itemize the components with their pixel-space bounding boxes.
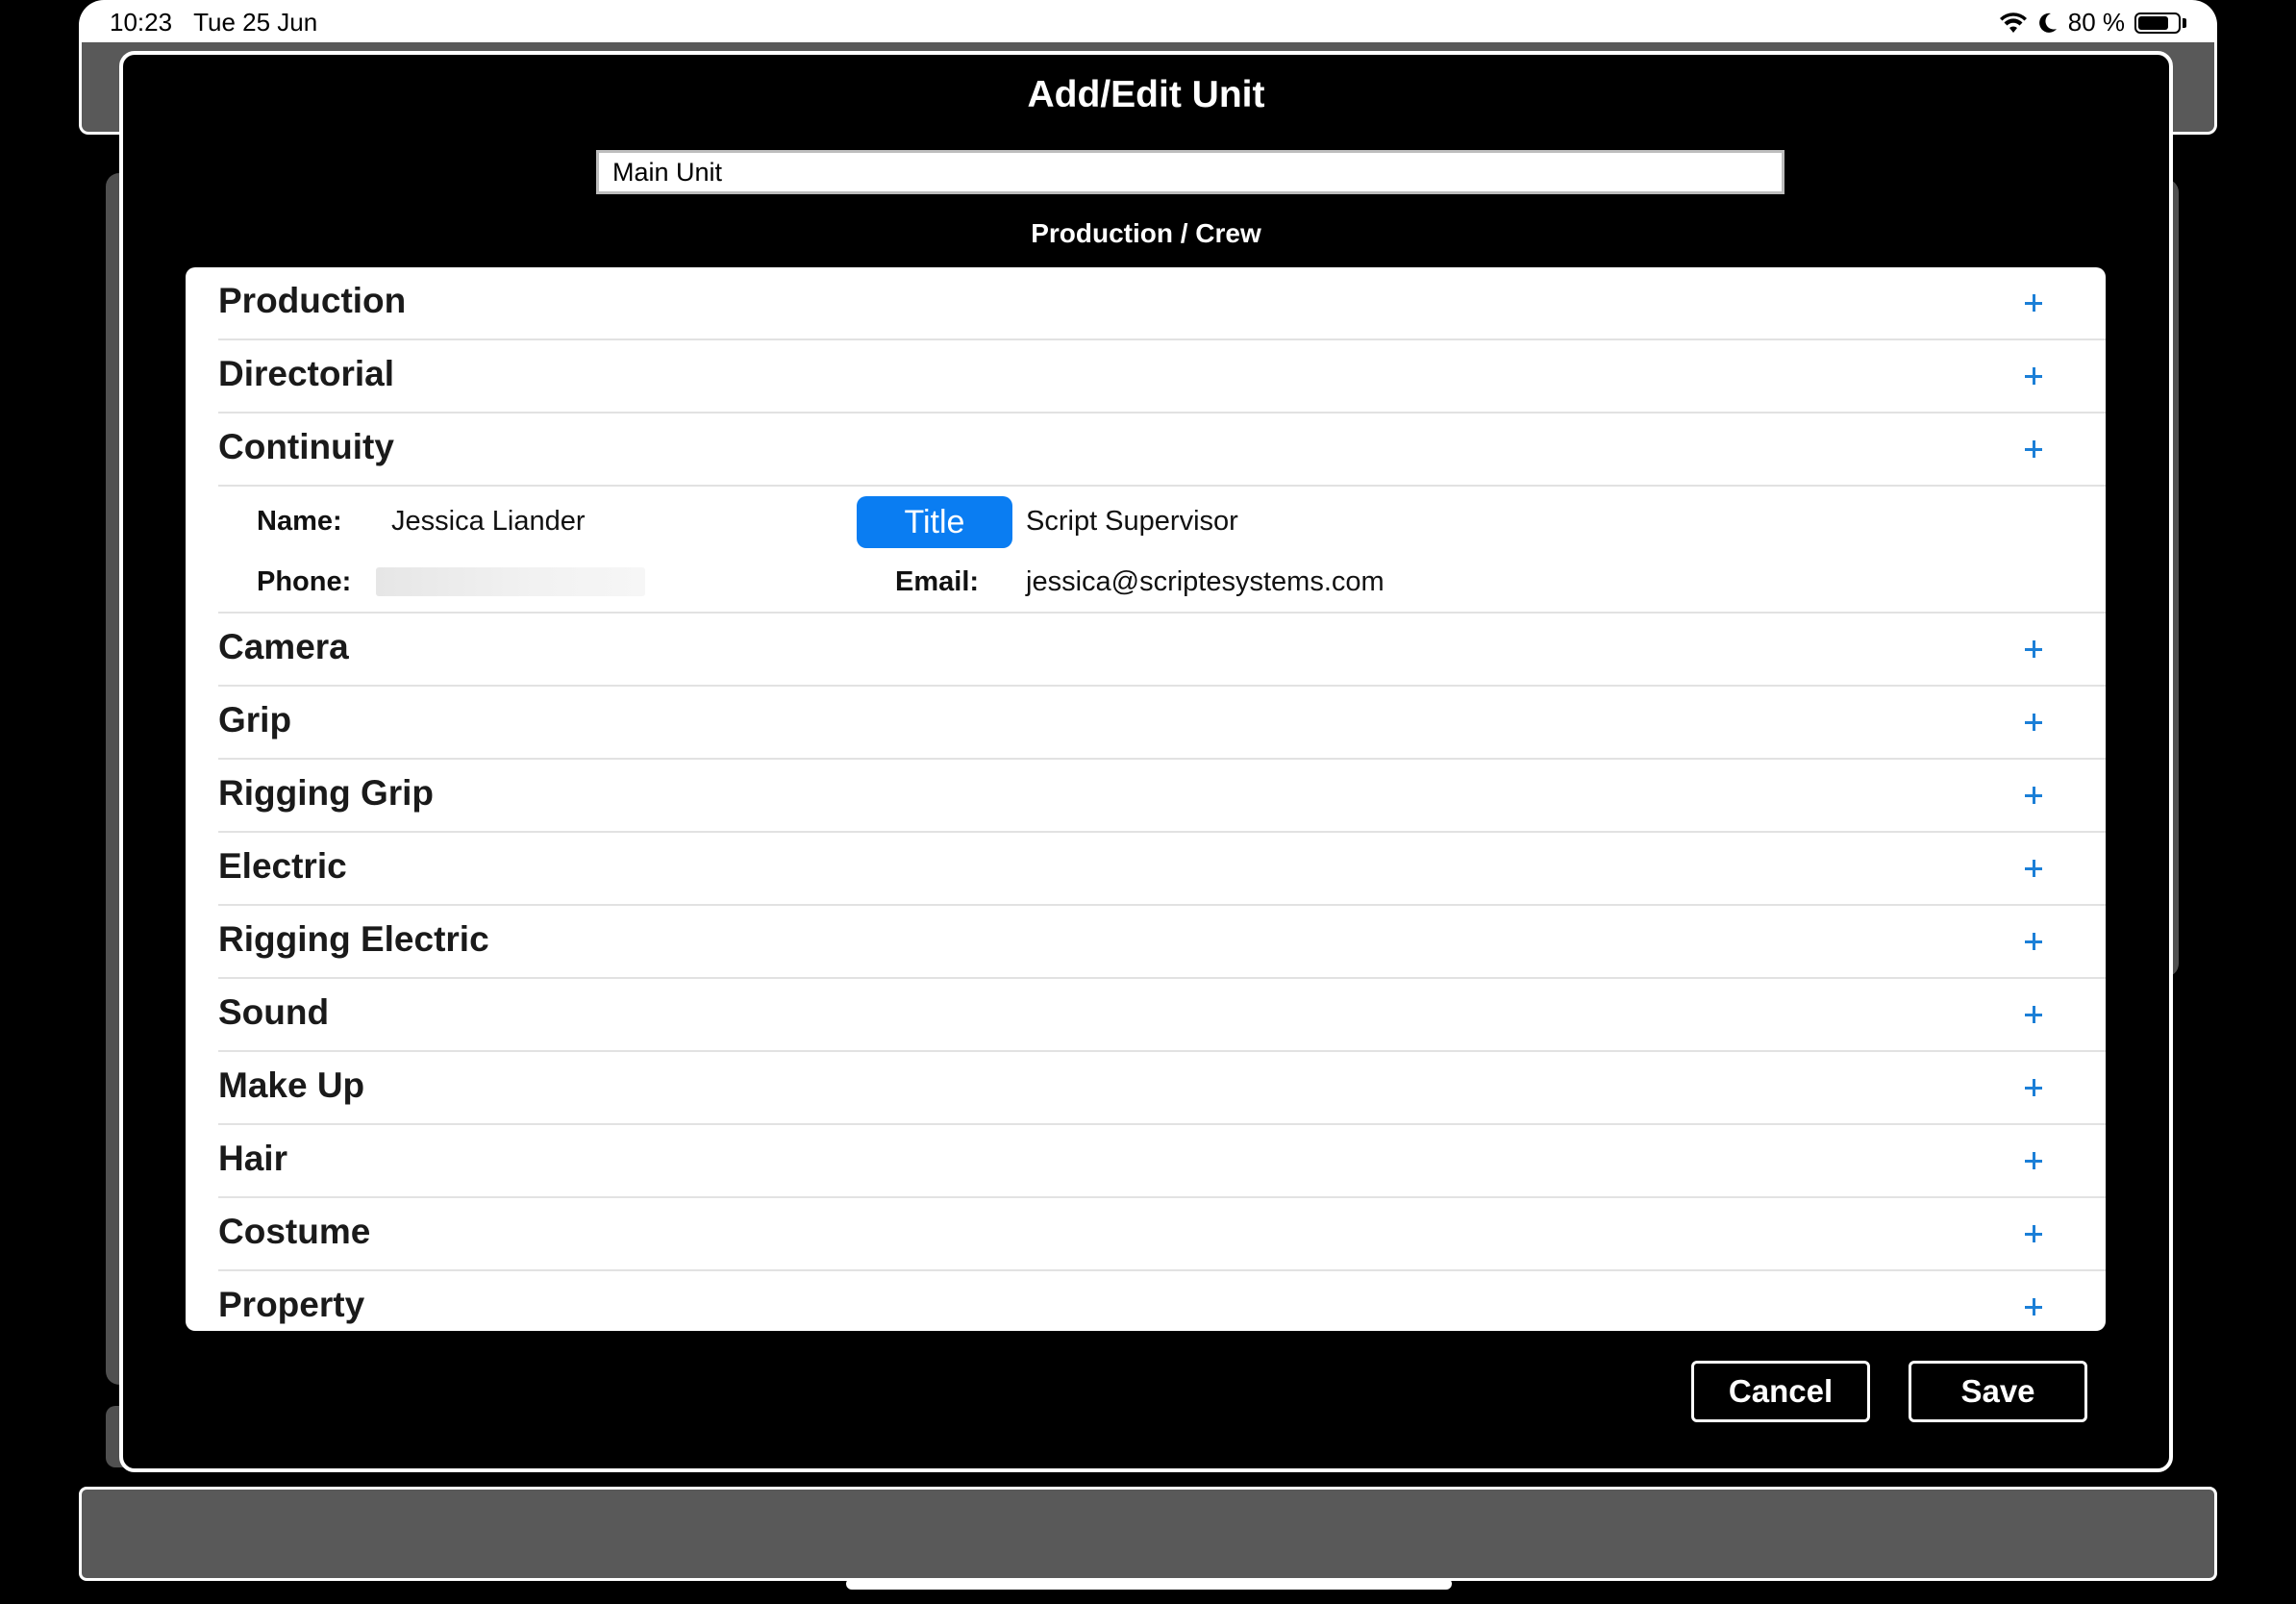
phone-label: Phone: — [257, 566, 352, 597]
battery-percent: 80 % — [2067, 8, 2125, 37]
department-row-electric[interactable]: Electric — [218, 833, 2106, 906]
department-label: Camera — [218, 627, 349, 666]
department-label: Hair — [218, 1139, 287, 1178]
department-label: Grip — [218, 700, 292, 739]
department-row-camera[interactable]: Camera — [218, 614, 2106, 687]
department-label: Rigging Grip — [218, 773, 435, 813]
home-indicator[interactable] — [846, 1578, 1452, 1590]
email-value[interactable]: jessica@scriptesystems.com — [1026, 566, 1385, 598]
plus-icon[interactable] — [2017, 633, 2050, 665]
plus-icon[interactable] — [2017, 925, 2050, 958]
battery-fill — [2138, 15, 2169, 30]
department-label: Property — [218, 1285, 365, 1324]
department-row-hair[interactable]: Hair — [218, 1125, 2106, 1198]
department-row-continuity[interactable]: Continuity — [218, 414, 2106, 487]
plus-icon[interactable] — [2017, 1217, 2050, 1250]
status-date: Tue 25 Jun — [193, 8, 318, 37]
moon-icon — [2038, 13, 2057, 33]
plus-icon[interactable] — [2017, 998, 2050, 1031]
crew-entry[interactable]: Name: Jessica Liander Title Script Super… — [218, 487, 2106, 614]
background-bottom-bar — [79, 1487, 2217, 1581]
name-label: Name: — [257, 506, 342, 537]
crew-department-list[interactable]: Production Directorial Continuity Name: … — [186, 267, 2106, 1331]
title-value[interactable]: Script Supervisor — [1026, 506, 1238, 538]
plus-icon[interactable] — [2017, 706, 2050, 739]
department-label: Electric — [218, 846, 347, 886]
add-edit-unit-dialog: Add/Edit Unit Unit Production / Crew Pro… — [119, 51, 2173, 1472]
name-value[interactable]: Jessica Liander — [391, 506, 586, 538]
department-row-grip[interactable]: Grip — [218, 687, 2106, 760]
department-row-make-up[interactable]: Make Up — [218, 1052, 2106, 1125]
department-label: Rigging Electric — [218, 919, 489, 959]
department-label: Make Up — [218, 1065, 365, 1105]
department-row-directorial[interactable]: Directorial — [218, 340, 2106, 414]
section-label: Production / Crew — [1031, 218, 1261, 248]
save-button[interactable]: Save — [1909, 1361, 2087, 1422]
department-row-sound[interactable]: Sound — [218, 979, 2106, 1052]
title-button[interactable]: Title — [857, 496, 1012, 548]
department-label: Costume — [218, 1212, 371, 1251]
department-row-production[interactable]: Production — [218, 267, 2106, 340]
department-row-costume[interactable]: Costume — [218, 1198, 2106, 1271]
status-time: 10:23 — [110, 8, 173, 37]
plus-icon[interactable] — [2017, 287, 2050, 319]
phone-value-redacted[interactable] — [376, 567, 645, 596]
plus-icon[interactable] — [2017, 779, 2050, 812]
unit-input[interactable] — [596, 150, 1784, 194]
department-label: Production — [218, 281, 407, 320]
department-label: Continuity — [218, 427, 394, 466]
cancel-button[interactable]: Cancel — [1691, 1361, 1870, 1422]
dialog-title: Add/Edit Unit — [1027, 74, 1265, 115]
department-label: Sound — [218, 992, 330, 1032]
department-label: Directorial — [218, 354, 395, 393]
plus-icon[interactable] — [2017, 1071, 2050, 1104]
plus-icon[interactable] — [2017, 852, 2050, 885]
status-right: 80 % — [1999, 8, 2186, 38]
plus-icon[interactable] — [2017, 1291, 2050, 1323]
plus-icon[interactable] — [2017, 433, 2050, 465]
status-bar: 10:23 Tue 25 Jun 80 % — [79, 0, 2217, 42]
battery-icon — [2134, 12, 2181, 34]
plus-icon[interactable] — [2017, 360, 2050, 392]
department-row-rigging-electric[interactable]: Rigging Electric — [218, 906, 2106, 979]
department-row-property[interactable]: Property — [218, 1271, 2106, 1331]
email-label: Email: — [895, 566, 980, 597]
status-left: 10:23 Tue 25 Jun — [110, 8, 317, 38]
screen: 10:23 Tue 25 Jun 80 % Add/Edit Unit Un — [0, 0, 2296, 1604]
wifi-icon — [1999, 12, 2027, 33]
department-row-rigging-grip[interactable]: Rigging Grip — [218, 760, 2106, 833]
battery-tip — [2183, 17, 2186, 28]
plus-icon[interactable] — [2017, 1144, 2050, 1177]
